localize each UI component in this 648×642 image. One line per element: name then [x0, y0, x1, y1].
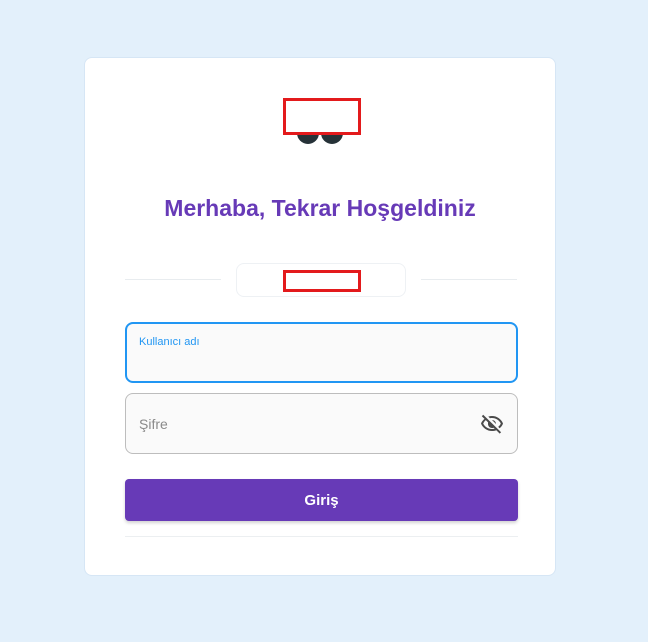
divider-line-left [125, 279, 221, 280]
page-title: Merhaba, Tekrar Hoşgeldiniz [164, 195, 476, 221]
divider-line-right [421, 279, 517, 280]
bottom-divider [125, 536, 518, 537]
login-button[interactable]: Giriş [125, 479, 518, 521]
password-field[interactable]: Şifre [125, 393, 518, 454]
username-field[interactable]: Kullanıcı adı [125, 322, 518, 383]
eye-off-icon[interactable] [479, 412, 505, 436]
login-card: Merhaba, Tekrar Hoşgeldiniz Kullanıcı ad… [84, 57, 556, 576]
divider-chip [236, 263, 406, 297]
logo [283, 98, 361, 144]
username-label: Kullanıcı adı [139, 336, 200, 348]
chip-redaction [283, 270, 361, 292]
password-placeholder: Şifre [139, 416, 168, 432]
divider [125, 263, 517, 297]
logo-redaction [283, 98, 361, 135]
